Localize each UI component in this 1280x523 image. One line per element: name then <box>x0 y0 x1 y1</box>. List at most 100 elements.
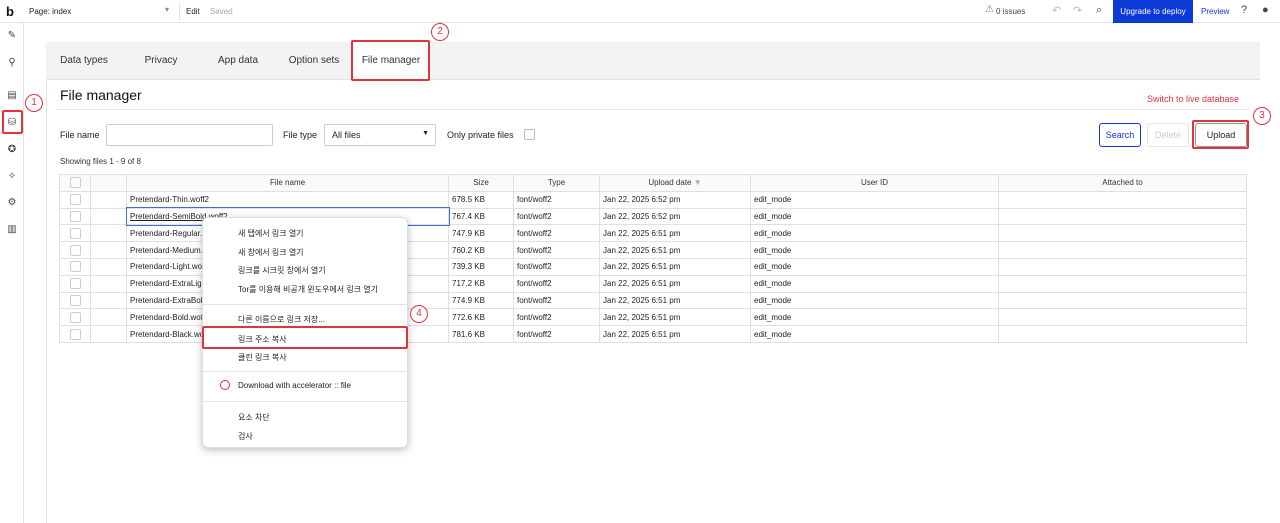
type-cell: font/woff2 <box>513 207 600 226</box>
attached-to-cell <box>998 257 1247 276</box>
row-checkbox[interactable] <box>69 278 81 290</box>
row-select-cell <box>59 274 91 293</box>
attached-to-cell <box>998 325 1247 343</box>
column-header-size[interactable]: Size <box>448 174 514 192</box>
menu-item-open-new-tab[interactable]: 새 탭에서 링크 열기 <box>238 228 304 239</box>
row-checkbox[interactable] <box>69 294 81 306</box>
preview-header <box>90 174 127 192</box>
top-bar: b Page: index ▾ Edit Saved ⚠ 0 issues ↶ … <box>0 0 1280 23</box>
tab-data-types[interactable]: Data types <box>46 42 122 80</box>
file-name-label: File name <box>60 130 100 140</box>
size-cell: 739.3 KB <box>448 257 514 276</box>
user-id-cell: edit_mode <box>750 257 999 276</box>
annotation-badge-1: 1 <box>25 94 43 112</box>
caret-down-icon: ▼ <box>422 130 429 137</box>
left-sidebar: ✎ ⚲ ▤ ⛁ ✪ ✧ ⚙ ▥ <box>0 23 24 523</box>
type-cell: font/woff2 <box>513 190 600 209</box>
type-cell: font/woff2 <box>513 257 600 276</box>
logs-chart-icon[interactable]: ▥ <box>5 223 19 237</box>
help-icon[interactable]: ? <box>1241 4 1247 16</box>
page-selector[interactable]: Page: index <box>29 7 71 16</box>
row-checkbox[interactable] <box>69 311 81 323</box>
workflow-icon[interactable]: ⚲ <box>5 56 19 70</box>
bubble-logo[interactable]: b <box>6 4 14 19</box>
edit-menu[interactable]: Edit <box>186 7 200 16</box>
settings-gear-icon[interactable]: ⚙ <box>5 196 19 210</box>
menu-item-copy-clean-link[interactable]: 클린 링크 복사 <box>238 352 287 363</box>
menu-item-download-accelerator[interactable]: Download with accelerator :: file <box>238 381 351 390</box>
only-private-label: Only private files <box>447 130 514 140</box>
menu-item-open-incognito[interactable]: 링크를 시크릿 창에서 열기 <box>238 265 326 276</box>
file-type-label: File type <box>283 130 318 140</box>
select-all-checkbox[interactable] <box>69 177 81 189</box>
annotation-highlight-data-tab <box>2 110 23 134</box>
column-header-user-id[interactable]: User ID <box>750 174 999 192</box>
delete-button[interactable]: Delete <box>1147 123 1189 147</box>
search-icon[interactable]: ⌕ <box>1096 4 1102 17</box>
user-id-cell: edit_mode <box>750 308 999 327</box>
preview-link[interactable]: Preview <box>1201 7 1229 16</box>
annotation-highlight-file-manager-tab <box>351 40 430 81</box>
attached-to-cell <box>998 224 1247 243</box>
divider <box>179 3 180 20</box>
user-id-cell: edit_mode <box>750 274 999 293</box>
upload-date-cell: Jan 22, 2025 6:52 pm <box>599 207 751 226</box>
redo-icon[interactable]: ↷ <box>1073 4 1082 17</box>
size-cell: 781.6 KB <box>448 325 514 343</box>
design-pencil-icon[interactable]: ✎ <box>5 29 19 43</box>
only-private-checkbox[interactable] <box>524 129 535 140</box>
attached-to-cell <box>998 291 1247 310</box>
menu-divider <box>203 371 409 372</box>
tab-option-sets[interactable]: Option sets <box>276 42 352 80</box>
search-button[interactable]: Search <box>1099 123 1141 147</box>
attached-to-cell <box>998 308 1247 327</box>
file-name-input[interactable] <box>106 124 273 146</box>
column-header-type[interactable]: Type <box>513 174 600 192</box>
row-preview-cell <box>90 308 127 327</box>
chevron-down-icon[interactable]: ▾ <box>165 5 169 14</box>
upload-date-cell: Jan 22, 2025 6:52 pm <box>599 190 751 209</box>
plugin-puzzle-icon[interactable]: ✧ <box>5 170 19 184</box>
table-row[interactable]: Pretendard-Thin.woff2 678.5 KB font/woff… <box>59 190 1247 209</box>
user-id-cell: edit_mode <box>750 241 999 259</box>
upload-date-cell: Jan 22, 2025 6:51 pm <box>599 308 751 327</box>
upgrade-button[interactable]: Upgrade to deploy <box>1113 0 1193 23</box>
tab-app-data[interactable]: App data <box>200 42 276 80</box>
row-select-cell <box>59 241 91 259</box>
row-checkbox[interactable] <box>69 328 81 340</box>
select-all-cell <box>59 174 91 192</box>
warning-icon: ⚠ <box>985 4 994 15</box>
column-header-file-name[interactable]: File name <box>126 174 449 192</box>
annotation-badge-3: 3 <box>1253 107 1271 125</box>
accelerator-icon <box>220 380 230 390</box>
column-header-upload-date[interactable]: Upload date ▼ <box>599 174 751 192</box>
upload-date-cell: Jan 22, 2025 6:51 pm <box>599 291 751 310</box>
row-checkbox[interactable] <box>69 210 81 222</box>
menu-item-open-tor-window[interactable]: Tor를 이용해 비공개 윈도우에서 링크 열기 <box>238 284 378 295</box>
undo-icon[interactable]: ↶ <box>1052 4 1061 17</box>
issues-counter[interactable]: 0 issues <box>996 7 1025 16</box>
menu-item-block-element[interactable]: 요소 차단 <box>238 412 270 423</box>
table-header-row: File name Size Type Upload date ▼ User I… <box>59 174 1247 192</box>
column-header-attached-to[interactable]: Attached to <box>998 174 1247 192</box>
row-preview-cell <box>90 207 127 226</box>
row-checkbox[interactable] <box>69 227 81 239</box>
account-icon[interactable]: ● <box>1262 4 1269 16</box>
sort-down-icon: ▼ <box>693 178 702 188</box>
row-checkbox[interactable] <box>69 244 81 256</box>
row-checkbox[interactable] <box>69 261 81 273</box>
menu-item-open-new-window[interactable]: 새 창에서 링크 열기 <box>238 247 304 258</box>
file-type-select[interactable]: All files ▼ <box>324 124 436 146</box>
file-name-cell[interactable]: Pretendard-Thin.woff2 <box>126 190 449 209</box>
styles-icon[interactable]: ▤ <box>5 89 19 103</box>
row-checkbox[interactable] <box>69 194 81 206</box>
divider <box>56 109 1250 110</box>
type-cell: font/woff2 <box>513 241 600 259</box>
plugins-icon[interactable]: ✪ <box>5 143 19 157</box>
menu-item-inspect[interactable]: 검사 <box>238 431 253 442</box>
tab-privacy[interactable]: Privacy <box>122 42 200 80</box>
upload-date-cell: Jan 22, 2025 6:51 pm <box>599 224 751 243</box>
switch-live-database-link[interactable]: Switch to live database <box>1147 94 1239 104</box>
menu-item-save-link-as[interactable]: 다른 이름으로 링크 저장... <box>238 314 325 325</box>
attached-to-cell <box>998 274 1247 293</box>
